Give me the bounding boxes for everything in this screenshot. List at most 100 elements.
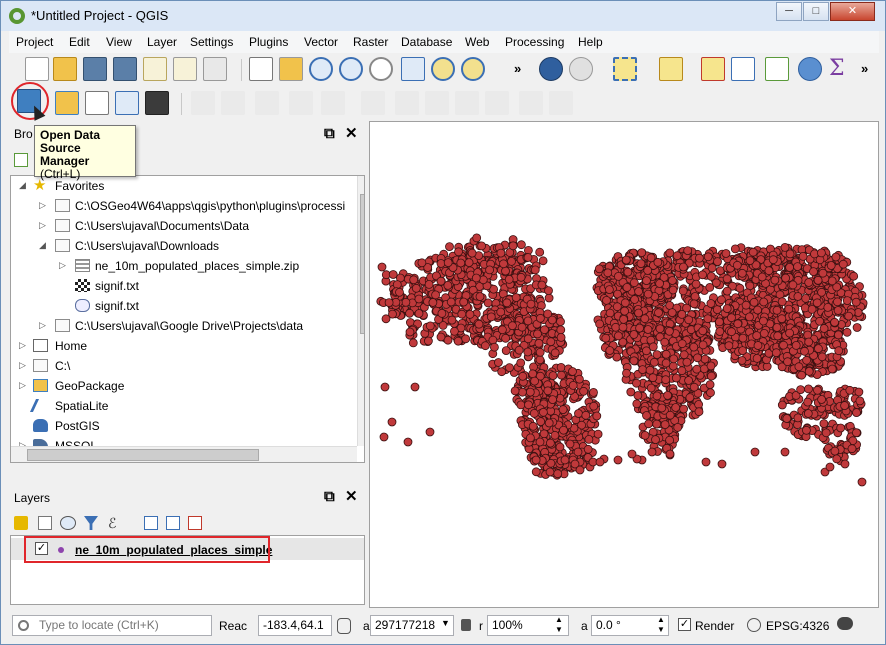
spinner-icon[interactable]: ▲ ▼ [555,615,563,635]
filter-expression-icon[interactable]: ℰ [108,515,116,532]
expand-all-icon[interactable] [144,516,158,530]
crs-label[interactable]: EPSG:4326 [766,619,829,633]
coordinate-field[interactable]: -183.4,64.1 [258,615,332,636]
tree-item-folder[interactable]: ▷ C:\OSGeo4W64\apps\qgis\python\plugins\… [11,196,351,216]
statistics-icon[interactable] [765,57,789,81]
menu-processing[interactable]: Processing [505,35,564,49]
pan-to-selection-icon[interactable] [279,57,303,81]
select-features-icon[interactable] [613,57,637,81]
zoom-to-layer-icon[interactable] [461,57,485,81]
spinner-icon[interactable]: ▲ ▼ [657,615,665,635]
open-project-icon[interactable] [53,57,77,81]
new-virtual-layer-icon[interactable] [145,91,169,115]
remove-layer-icon[interactable] [188,516,202,530]
redo-icon[interactable] [549,91,573,115]
tree-item-folder[interactable]: ▷ C:\Users\ujaval\Google Drive\Projects\… [11,316,351,336]
tree-item-folder[interactable]: ◢ C:\Users\ujaval\Downloads [11,236,351,256]
map-canvas[interactable] [369,121,879,608]
undo-icon[interactable] [519,91,543,115]
place-point [803,397,813,407]
filter-icon[interactable] [84,516,98,530]
attribute-table-icon[interactable] [731,57,755,81]
menu-help[interactable]: Help [578,35,603,49]
tree-item-geopackage[interactable]: ▷ GeoPackage [11,376,351,396]
zoom-in-icon[interactable] [309,57,333,81]
zoom-full-icon[interactable] [401,57,425,81]
menu-view[interactable]: View [106,35,132,49]
processing-toolbox-icon[interactable] [798,57,822,81]
menu-vector[interactable]: Vector [304,35,338,49]
pan-map-icon[interactable] [249,57,273,81]
zoom-out-icon[interactable] [339,57,363,81]
mouse-coordinates-icon[interactable] [337,618,351,634]
menu-edit[interactable]: Edit [69,35,90,49]
copy-features-icon[interactable] [455,91,479,115]
deselect-features-icon[interactable] [701,57,725,81]
new-print-layout-icon[interactable] [143,57,167,81]
close-button[interactable]: ✕ [830,2,875,21]
lock-icon[interactable] [461,619,471,631]
browser-vertical-scrollbar[interactable] [357,176,364,446]
scroll-thumb[interactable] [27,449,259,461]
new-spatialite-layer-icon[interactable] [115,91,139,115]
toolbar-overflow-right-icon[interactable]: » [861,61,868,76]
chevron-down-icon[interactable]: ▼ [441,618,450,628]
menu-plugins[interactable]: Plugins [249,35,288,49]
new-geopackage-layer-icon[interactable] [55,91,79,115]
menu-web[interactable]: Web [465,35,489,49]
collapse-all-icon[interactable] [166,516,180,530]
modify-attributes-icon[interactable] [361,91,385,115]
current-edits-icon[interactable] [191,91,215,115]
new-shapefile-layer-icon[interactable] [85,91,109,115]
place-point [622,368,631,378]
toggle-editing-icon[interactable] [221,91,245,115]
delete-selected-icon[interactable] [395,91,419,115]
maximize-button[interactable]: □ [803,2,829,21]
save-edits-icon[interactable] [255,91,279,115]
tree-item-home[interactable]: ▷ Home [11,336,351,356]
add-feature-icon[interactable] [289,91,313,115]
layout-manager-icon[interactable] [173,57,197,81]
browser-horizontal-scrollbar[interactable] [11,446,357,462]
float-panel-icon[interactable]: ⧉ [324,125,335,142]
select-by-expression-icon[interactable] [659,57,683,81]
messages-icon[interactable] [837,617,853,630]
tree-item-file[interactable]: signif.txt [11,296,351,316]
zoom-native-icon[interactable] [369,57,393,81]
menu-layer[interactable]: Layer [147,35,177,49]
save-project-icon[interactable] [83,57,107,81]
tree-item-file[interactable]: signif.txt [11,276,351,296]
menu-settings[interactable]: Settings [190,35,233,49]
float-panel-icon[interactable]: ⧉ [324,488,335,505]
new-project-icon[interactable] [25,57,49,81]
tree-item-spatialite[interactable]: SpatiaLite [11,396,351,416]
tree-item-postgis[interactable]: PostGIS [11,416,351,436]
menu-database[interactable]: Database [401,35,452,49]
cut-features-icon[interactable] [425,91,449,115]
add-group-icon[interactable] [38,516,52,530]
menu-raster[interactable]: Raster [353,35,388,49]
scroll-thumb[interactable] [360,194,364,334]
visibility-eye-icon[interactable] [60,516,76,530]
close-panel-icon[interactable]: ✕ [345,124,358,142]
minimize-button[interactable]: ─ [776,2,802,21]
tree-item-folder[interactable]: ▷ C:\Users\ujaval\Documents\Data [11,216,351,236]
render-checkbox[interactable]: ✓ [678,618,691,631]
add-selected-layers-icon[interactable] [14,153,28,167]
close-panel-icon[interactable]: ✕ [345,487,358,505]
locator-search-input[interactable]: Type to locate (Ctrl+K) [12,615,212,636]
tree-item-zip[interactable]: ▷ ne_10m_populated_places_simple.zip [11,256,351,276]
paste-features-icon[interactable] [485,91,509,115]
style-manager-icon[interactable] [203,57,227,81]
zoom-to-selection-icon[interactable] [431,57,455,81]
identify-features-icon[interactable] [539,57,563,81]
vertex-tool-icon[interactable] [321,91,345,115]
menu-project[interactable]: Project [16,35,53,49]
toolbar-overflow-icon[interactable]: » [514,61,521,76]
style-panel-icon[interactable] [14,516,28,530]
tree-item-drive[interactable]: ▷ C:\ [11,356,351,376]
run-action-icon[interactable] [569,57,593,81]
globe-icon[interactable] [747,618,761,632]
sum-icon[interactable]: Σ [829,56,845,81]
save-as-icon[interactable] [113,57,137,81]
